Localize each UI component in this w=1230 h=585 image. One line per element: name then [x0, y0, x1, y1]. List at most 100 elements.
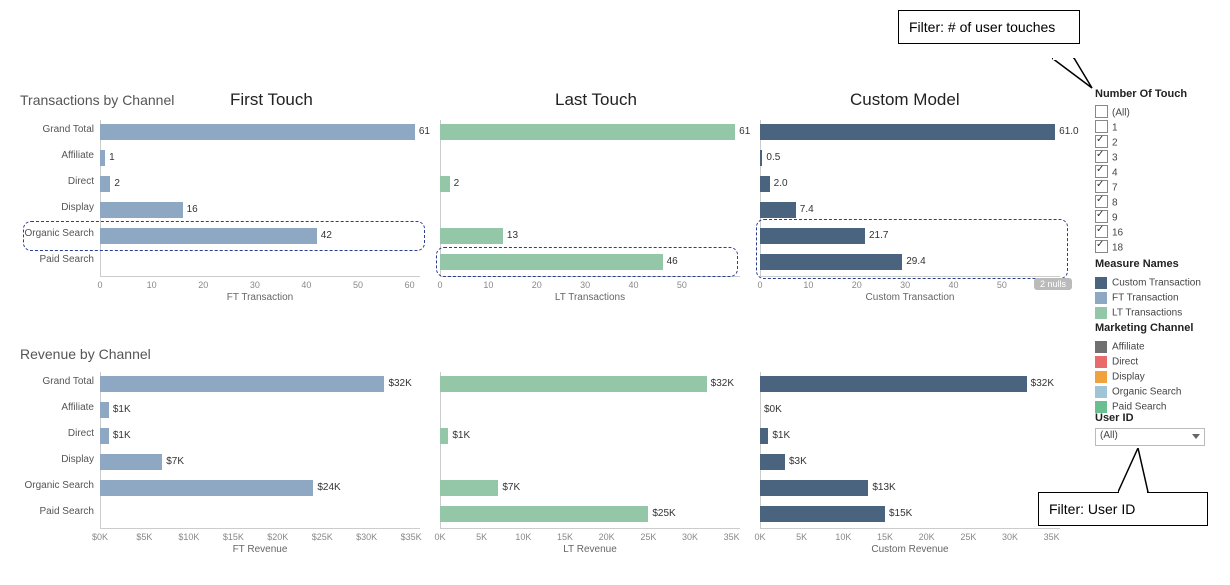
bar-value: 21.7	[869, 230, 888, 241]
bar[interactable]	[100, 228, 317, 244]
bar[interactable]	[440, 480, 498, 496]
checkbox[interactable]	[1095, 210, 1108, 223]
checkbox[interactable]	[1095, 135, 1108, 148]
chart-ft-transaction: Grand Total61Affiliate1Direct2Display16O…	[20, 120, 420, 316]
legend-item[interactable]: Organic Search	[1095, 383, 1181, 397]
bar[interactable]	[760, 228, 865, 244]
legend-item[interactable]: Display	[1095, 368, 1145, 382]
bar[interactable]	[760, 506, 885, 522]
bar[interactable]	[440, 176, 450, 192]
callout-text: Filter: # of user touches	[909, 19, 1055, 35]
checkbox-label: 4	[1112, 167, 1118, 178]
bar[interactable]	[100, 202, 183, 218]
checkbox-row[interactable]: 4	[1095, 164, 1118, 178]
bar[interactable]	[760, 428, 768, 444]
tick-label: 60	[395, 280, 425, 290]
chart-ft-revenue: Grand Total$32KAffiliate$1KDirect$1KDisp…	[20, 372, 420, 568]
bar[interactable]	[100, 480, 313, 496]
legend-item[interactable]: Direct	[1095, 353, 1138, 367]
bar[interactable]	[100, 376, 384, 392]
legend-item[interactable]: Paid Search	[1095, 398, 1166, 412]
nulls-badge[interactable]: 2 nulls	[1034, 278, 1072, 290]
checkbox[interactable]	[1095, 240, 1108, 253]
checkbox[interactable]	[1095, 195, 1108, 208]
tick-label: 0	[85, 280, 115, 290]
legend-item[interactable]: Custom Transaction	[1095, 274, 1201, 288]
tick-label: $0K	[85, 532, 115, 542]
bar[interactable]	[760, 376, 1027, 392]
bar[interactable]	[440, 124, 735, 140]
checkbox-row[interactable]: 3	[1095, 149, 1118, 163]
checkbox-row[interactable]: 16	[1095, 224, 1123, 238]
bar[interactable]	[100, 124, 415, 140]
row-label: Display	[20, 202, 94, 213]
bar[interactable]	[760, 202, 796, 218]
row-label: Grand Total	[20, 376, 94, 387]
bar[interactable]	[760, 454, 785, 470]
checkbox[interactable]	[1095, 150, 1108, 163]
tick-label: 10	[137, 280, 167, 290]
bar[interactable]	[440, 506, 648, 522]
tick-label: 35K	[1037, 532, 1067, 542]
bar[interactable]	[100, 454, 162, 470]
color-swatch	[1095, 277, 1107, 289]
tick-label: 10K	[508, 532, 538, 542]
bar[interactable]	[440, 376, 707, 392]
bar-value: $25K	[652, 508, 675, 519]
tick-label: $25K	[307, 532, 337, 542]
bar-value: $1K	[113, 430, 131, 441]
bar[interactable]	[100, 150, 105, 166]
bar[interactable]	[760, 480, 868, 496]
bar[interactable]	[760, 176, 770, 192]
tick-label: 20	[522, 280, 552, 290]
bar[interactable]	[760, 124, 1055, 140]
color-swatch	[1095, 341, 1107, 353]
bar-value: 16	[187, 204, 198, 215]
checkbox-label: 2	[1112, 137, 1118, 148]
user-id-dropdown[interactable]: (All)	[1095, 428, 1205, 446]
legend-label: Paid Search	[1112, 401, 1166, 412]
checkbox-row[interactable]: 18	[1095, 239, 1123, 253]
checkbox[interactable]	[1095, 225, 1108, 238]
checkbox[interactable]	[1095, 105, 1108, 118]
bar-value: $32K	[1031, 378, 1054, 389]
bar-value: 2	[114, 178, 120, 189]
axis-title: Custom Transaction	[760, 292, 1060, 303]
bar-value: $1K	[113, 404, 131, 415]
bar-value: 61	[419, 126, 430, 137]
tick-label: 30	[570, 280, 600, 290]
checkbox-row[interactable]: 9	[1095, 209, 1118, 223]
bar[interactable]	[100, 428, 109, 444]
tick-label: 10	[473, 280, 503, 290]
checkbox-row[interactable]: 7	[1095, 179, 1118, 193]
bar[interactable]	[100, 402, 109, 418]
bar[interactable]	[440, 254, 663, 270]
checkbox-row[interactable]: (All)	[1095, 104, 1130, 118]
row-label: Grand Total	[20, 124, 94, 135]
user-id-value: (All)	[1100, 430, 1118, 441]
bar-value: 29.4	[906, 256, 925, 267]
checkbox[interactable]	[1095, 180, 1108, 193]
checkbox-row[interactable]: 8	[1095, 194, 1118, 208]
legend-item[interactable]: LT Transactions	[1095, 304, 1182, 318]
tick-label: $5K	[129, 532, 159, 542]
bar[interactable]	[760, 150, 762, 166]
bar-value: $3K	[789, 456, 807, 467]
tick-label: 20K	[592, 532, 622, 542]
legend-item[interactable]: FT Transaction	[1095, 289, 1179, 303]
row-label: Organic Search	[20, 228, 94, 239]
checkbox-label: 16	[1112, 227, 1123, 238]
checkbox[interactable]	[1095, 120, 1108, 133]
checkbox-row[interactable]: 1	[1095, 119, 1118, 133]
legend-item[interactable]: Affiliate	[1095, 338, 1145, 352]
filter-title-user-id: User ID	[1095, 412, 1134, 424]
bar[interactable]	[100, 176, 110, 192]
bar[interactable]	[760, 254, 902, 270]
tick-label: $10K	[174, 532, 204, 542]
checkbox[interactable]	[1095, 165, 1108, 178]
axis-title: LT Revenue	[440, 544, 740, 555]
checkbox-row[interactable]: 2	[1095, 134, 1118, 148]
legend-label: Custom Transaction	[1112, 277, 1201, 288]
bar[interactable]	[440, 428, 448, 444]
bar[interactable]	[440, 228, 503, 244]
